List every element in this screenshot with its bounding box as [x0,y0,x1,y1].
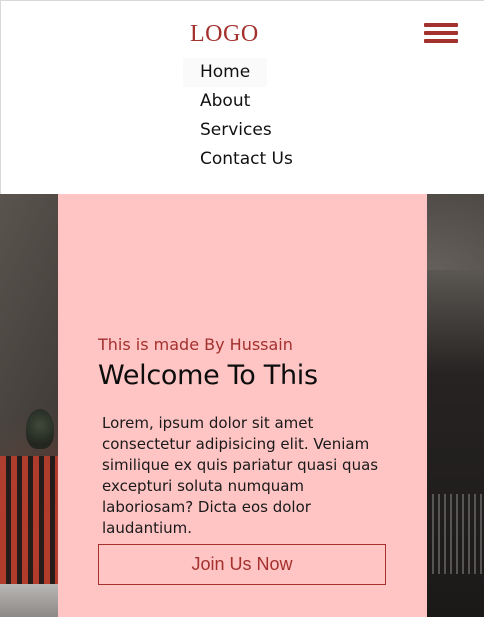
main-nav: Home About Services Contact Us [183,57,310,173]
hero-title: Welcome To This [98,360,318,391]
nav-item-services: Services [183,115,310,144]
hamburger-menu-icon[interactable] [424,22,458,44]
nav-item-home: Home [183,57,310,87]
hero-subtitle: This is made By Hussain [98,335,293,354]
nav-link-contact-us[interactable]: Contact Us [183,145,310,174]
join-us-button[interactable]: Join Us Now [98,544,386,585]
nav-link-about[interactable]: About [183,87,267,116]
laptop-base-decoration [0,584,58,617]
plant-decoration [26,409,54,449]
nav-item-about: About [183,86,310,115]
hero-section: This is made By Hussain Welcome To This … [0,194,484,617]
hero-card: This is made By Hussain Welcome To This … [58,194,427,617]
hamburger-bar [424,39,458,43]
keyboard-decoration [432,494,484,574]
hero-description: Lorem, ipsum dolor sit amet consectetur … [102,414,379,537]
nav-item-contact-us: Contact Us [183,144,310,173]
hamburger-bar [424,31,458,35]
site-header: LOGO Home About Services Contact Us [0,0,484,194]
hamburger-bar [424,23,458,27]
logo[interactable]: LOGO [190,20,259,48]
nav-link-services[interactable]: Services [183,116,289,145]
nav-link-home[interactable]: Home [183,58,268,87]
